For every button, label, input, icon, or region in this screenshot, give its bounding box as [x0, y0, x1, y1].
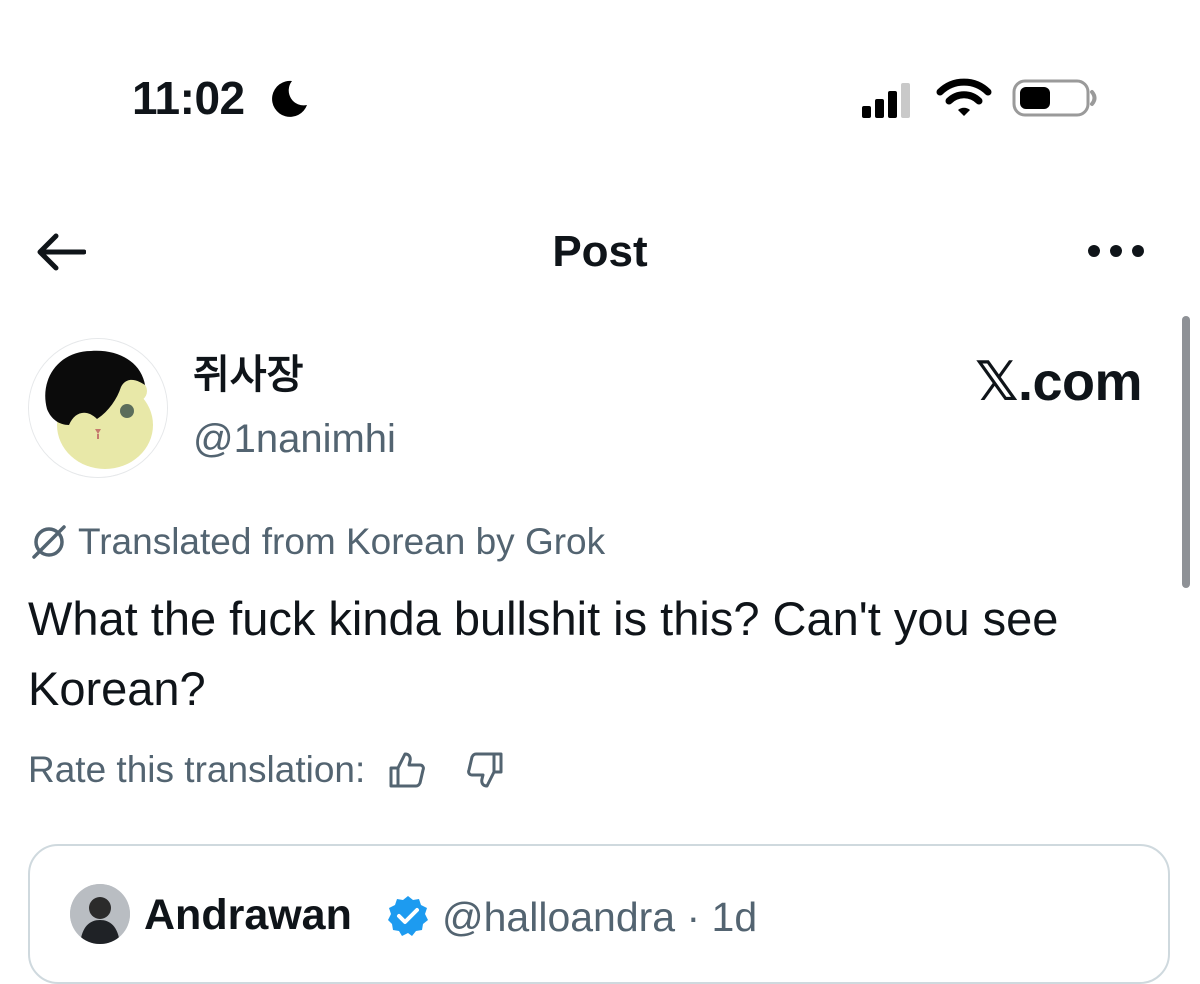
more-options-button[interactable] — [1084, 228, 1148, 274]
translation-notice-text: Translated from Korean by Grok — [78, 521, 606, 562]
status-time: 11:02 — [132, 72, 245, 124]
grok-icon — [32, 525, 66, 559]
rate-translation-row: Rate this translation: — [28, 746, 509, 794]
quoted-author-name: Andrawan — [144, 891, 352, 939]
quoted-post-card[interactable]: Andrawan @halloandra · 1d — [28, 844, 1170, 984]
site-watermark: 𝕏.com — [974, 352, 1143, 412]
quoted-handle-time: @halloandra · 1d — [442, 894, 758, 940]
translation-notice: Translated from Korean by Grok — [30, 520, 605, 564]
moon-icon — [272, 80, 307, 117]
thumbs-down-icon — [467, 752, 503, 788]
quoted-author-avatar — [70, 884, 130, 944]
thumbs-up-icon — [389, 752, 426, 788]
page-title: Post — [552, 227, 648, 276]
author-avatar[interactable] — [28, 338, 168, 478]
author-display-name[interactable]: 쥐사장 — [193, 352, 303, 398]
battery-icon — [1012, 79, 1097, 117]
verified-badge-icon — [388, 896, 428, 936]
thumbs-down-button[interactable] — [461, 746, 509, 794]
signal-icon — [862, 83, 910, 118]
avatar-image — [29, 339, 167, 477]
scrollbar-thumb[interactable] — [1182, 316, 1190, 588]
rate-translation-label: Rate this translation: — [28, 749, 366, 790]
post-text: What the fuck kinda bullshit is this? Ca… — [28, 592, 1059, 715]
more-horizontal-icon — [1088, 245, 1144, 257]
author-handle[interactable]: @1nanimhi — [193, 416, 396, 462]
wifi-icon — [936, 78, 992, 116]
quoted-avatar-image — [70, 884, 130, 944]
thumbs-up-button[interactable] — [383, 746, 431, 794]
